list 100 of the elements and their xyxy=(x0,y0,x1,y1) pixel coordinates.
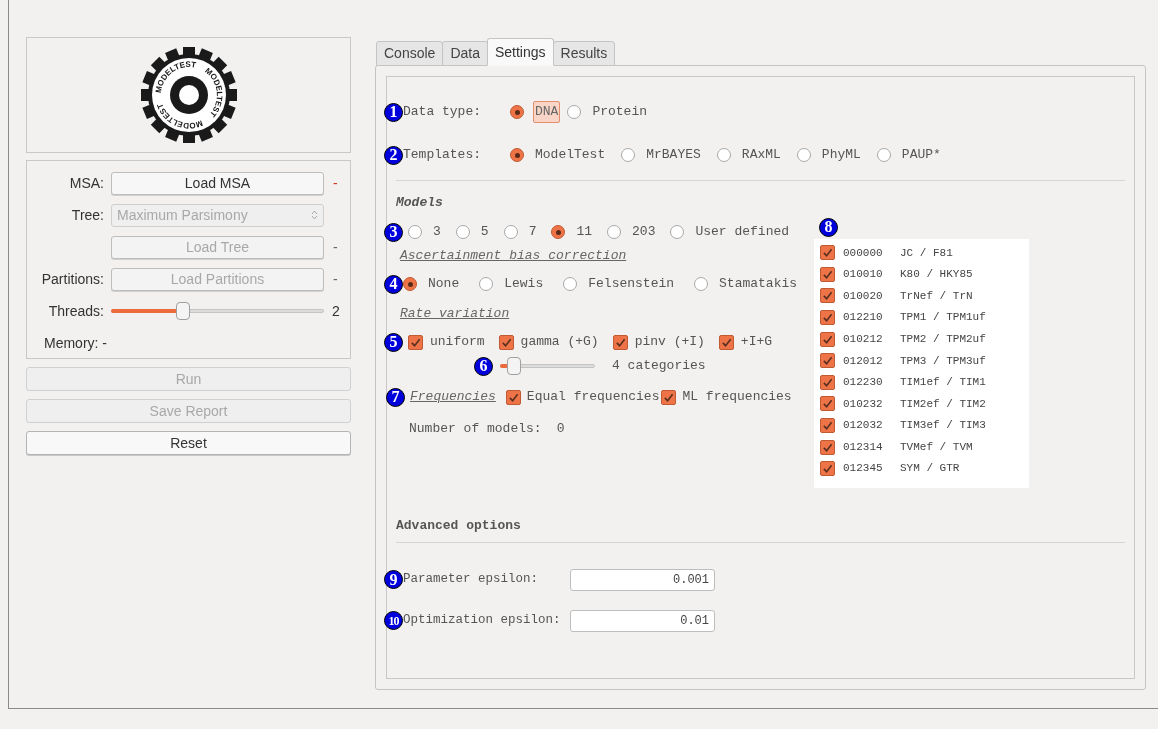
radio-button[interactable] xyxy=(455,225,470,239)
slider[interactable] xyxy=(500,357,595,375)
radio-button[interactable] xyxy=(607,225,622,239)
checkbox-label: ML frequencies xyxy=(682,388,792,407)
checkbox[interactable] xyxy=(820,418,835,434)
checkbox[interactable] xyxy=(820,310,835,326)
checkbox[interactable] xyxy=(820,374,835,390)
slider-thumb[interactable] xyxy=(506,357,521,375)
section-title: Rate variation xyxy=(400,305,510,324)
radio-label: Protein xyxy=(591,103,648,122)
radio-button[interactable] xyxy=(796,148,811,162)
model-code: 012032 xyxy=(843,418,884,434)
radio-button[interactable] xyxy=(567,105,582,119)
checkbox-label: Equal frequencies xyxy=(526,388,660,407)
radio-button[interactable] xyxy=(563,277,578,291)
radio-button[interactable] xyxy=(621,148,636,162)
model-code: 010212 xyxy=(843,331,884,347)
radio-label: RAxML xyxy=(740,146,782,165)
radio-button[interactable] xyxy=(503,225,518,239)
field-label: Parameter epsilon: xyxy=(403,571,540,589)
model-code: 000000 xyxy=(843,245,884,261)
radio-label: DNA xyxy=(533,101,561,123)
model-name: TPM1 / TPM1uf xyxy=(900,310,986,326)
checkbox[interactable] xyxy=(820,439,835,455)
field-label: Tree: xyxy=(71,205,104,225)
checkbox[interactable] xyxy=(505,389,521,405)
radio-button[interactable] xyxy=(403,277,417,291)
model-code: 012345 xyxy=(843,461,884,477)
model-name: TPM2 / TPM2uf xyxy=(900,331,986,347)
action-button[interactable]: Reset xyxy=(26,431,351,455)
section-title: Models xyxy=(396,194,443,213)
model-name: TrNef / TrN xyxy=(900,288,973,304)
radio-button[interactable] xyxy=(716,148,731,162)
section-title: Advanced options xyxy=(396,516,521,535)
section-title: Frequencies xyxy=(410,388,496,407)
number-badge: 10 xyxy=(384,611,403,631)
status-text: - xyxy=(333,269,338,289)
model-code: 010020 xyxy=(843,288,884,304)
model-name: TIM1ef / TIM1 xyxy=(900,375,986,391)
load-button[interactable]: Load MSA xyxy=(111,171,324,195)
radio-label: User defined xyxy=(694,223,791,242)
tab[interactable]: Console xyxy=(376,41,444,66)
model-code: 012012 xyxy=(843,353,884,369)
slider-thumb[interactable] xyxy=(176,302,190,320)
checkbox[interactable] xyxy=(820,353,835,369)
threads-value: 2 xyxy=(332,301,340,321)
model-name: TVMef / TVM xyxy=(900,439,973,455)
number-badge: 1 xyxy=(384,102,403,122)
checkbox-label: uniform xyxy=(430,333,485,352)
radio-button[interactable] xyxy=(408,225,422,239)
radio-label: MrBAYES xyxy=(645,146,702,165)
checkbox[interactable] xyxy=(820,396,835,412)
section-title: Ascertainment bias correction xyxy=(400,247,627,266)
radio-button[interactable] xyxy=(551,225,566,239)
radio-button[interactable] xyxy=(479,277,494,291)
number-badge: 9 xyxy=(384,570,403,590)
field-label: Optimization epsilon: xyxy=(403,612,562,630)
number-badge: 2 xyxy=(384,145,403,165)
number-badge: 3 xyxy=(384,222,403,242)
radio-label: 203 xyxy=(631,223,657,242)
radio-label: 3 xyxy=(432,223,442,242)
radio-button[interactable] xyxy=(510,105,524,119)
epsilon-input[interactable]: 0.01 xyxy=(570,609,715,632)
memory-status-text: Memory: - xyxy=(44,333,107,353)
checkbox[interactable] xyxy=(820,461,835,477)
checkbox[interactable] xyxy=(612,334,628,350)
radio-label: 7 xyxy=(527,223,538,242)
checkbox[interactable] xyxy=(820,288,835,304)
spinner-arrows-icon xyxy=(311,209,318,221)
model-code: 012210 xyxy=(843,310,884,326)
checkbox-label: pinv (+I) xyxy=(634,333,705,352)
radio-button[interactable] xyxy=(694,277,709,291)
checkbox-label: +I+G xyxy=(740,333,773,352)
tab[interactable]: Settings xyxy=(486,38,554,66)
radio-label: ModelTest xyxy=(534,146,607,165)
status-text: - xyxy=(333,237,338,257)
radio-label: None xyxy=(427,275,461,294)
checkbox[interactable] xyxy=(498,334,514,350)
checkbox[interactable] xyxy=(820,331,835,347)
radio-label: PAUP* xyxy=(900,146,942,165)
model-code: 012230 xyxy=(843,375,884,391)
model-code: 010010 xyxy=(843,267,884,283)
slider[interactable] xyxy=(111,302,324,320)
checkbox[interactable] xyxy=(408,334,423,350)
number-badge: 4 xyxy=(384,274,403,294)
epsilon-input[interactable]: 0.001 xyxy=(570,568,715,591)
radio-button[interactable] xyxy=(510,148,524,162)
model-name: TIM2ef / TIM2 xyxy=(900,396,986,412)
checkbox[interactable] xyxy=(718,334,734,350)
checkbox[interactable] xyxy=(820,245,835,261)
tab[interactable]: Data xyxy=(442,41,488,66)
field-label: Partitions: xyxy=(41,269,104,289)
checkbox[interactable] xyxy=(820,266,835,282)
checkbox[interactable] xyxy=(661,389,677,405)
number-badge: 6 xyxy=(474,356,493,376)
radio-button[interactable] xyxy=(670,225,685,239)
model-name: K80 / HKY85 xyxy=(900,267,973,283)
number-badge: 8 xyxy=(819,217,838,237)
number-badge: 7 xyxy=(386,387,405,407)
radio-button[interactable] xyxy=(876,148,891,162)
